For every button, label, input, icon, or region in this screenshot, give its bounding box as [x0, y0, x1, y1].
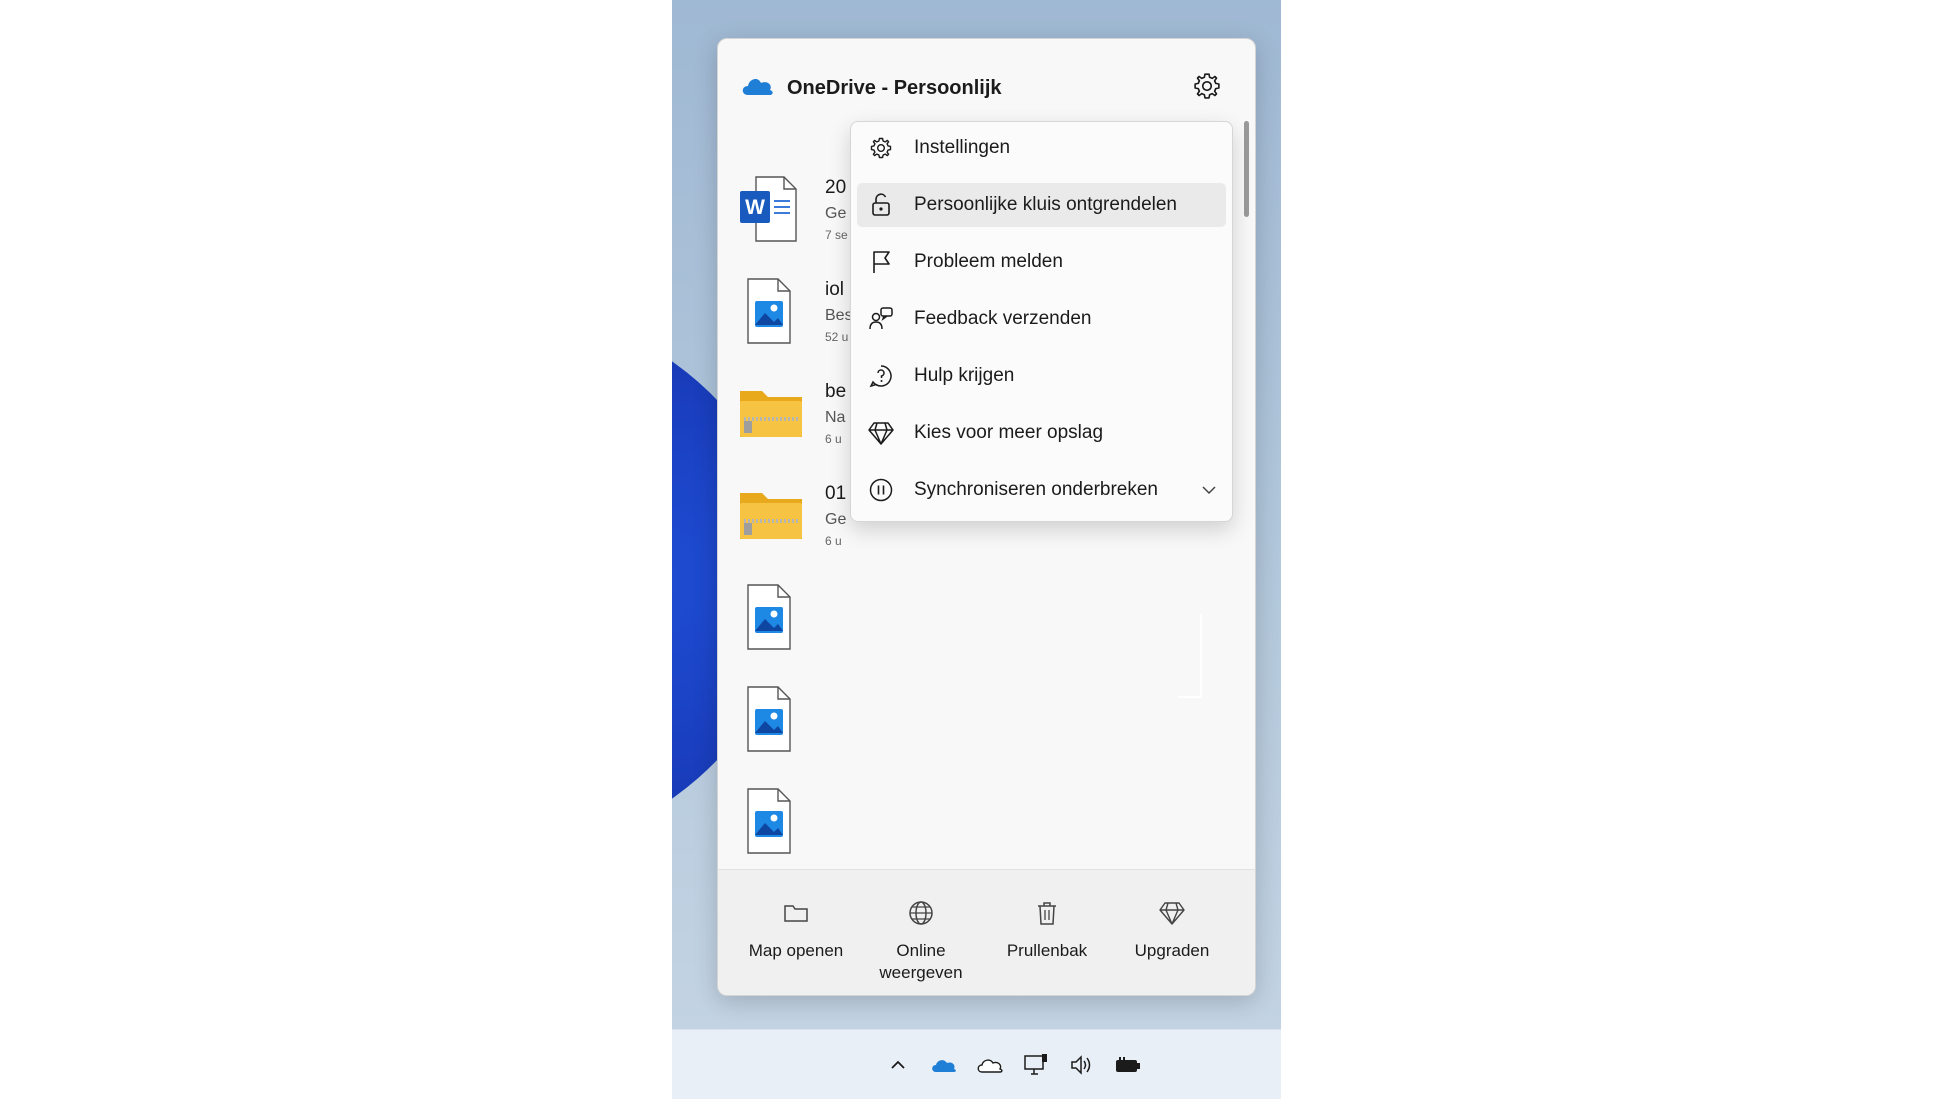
globe-icon — [861, 896, 981, 930]
image-file-icon — [738, 581, 802, 653]
file-name: be — [825, 381, 847, 402]
file-time: 52 u — [825, 330, 849, 344]
file-time: 6 u — [825, 534, 842, 548]
image-file-icon — [738, 275, 802, 347]
action-label: Upgraden — [1134, 941, 1210, 960]
file-name: iol — [825, 279, 845, 300]
gear-icon — [1192, 71, 1222, 106]
file-time: 6 u — [825, 432, 842, 446]
cloud-outline-icon[interactable] — [974, 1050, 1006, 1080]
file-name: 20 — [825, 177, 847, 198]
flag-icon — [867, 248, 895, 276]
settings-menu: Instellingen Persoonlijke kluis ontgrend… — [850, 121, 1233, 522]
ghost-divider — [1178, 614, 1202, 698]
flyout-title: OneDrive - Persoonlijk — [787, 77, 1002, 99]
action-label: Map openen — [748, 941, 844, 960]
scrollbar-thumb[interactable] — [1244, 121, 1249, 217]
menu-item-get-help[interactable]: Hulp krijgen — [857, 354, 1226, 398]
flyout-header: OneDrive - Persoonlijk — [718, 39, 1255, 121]
file-status: Ge — [825, 205, 847, 222]
recycle-bin-button[interactable]: Prullenbak — [987, 896, 1107, 962]
menu-item-label: Synchroniseren onderbreken — [914, 479, 1158, 500]
image-file-icon — [738, 785, 802, 857]
battery-icon[interactable] — [1112, 1050, 1144, 1080]
file-status: Ge — [825, 511, 847, 528]
folder-icon — [736, 896, 856, 930]
chevron-up-icon[interactable] — [882, 1050, 914, 1080]
zip-folder-icon — [738, 377, 802, 449]
gear-icon — [867, 134, 895, 162]
diamond-icon — [1112, 896, 1232, 930]
taskbar — [672, 1029, 1281, 1099]
view-online-button[interactable]: Online weergeven — [861, 896, 981, 984]
file-status: Bes — [825, 307, 853, 324]
menu-item-pause-sync[interactable]: Synchroniseren onderbreken — [857, 468, 1226, 512]
file-item[interactable] — [718, 581, 1238, 681]
open-folder-button[interactable]: Map openen — [736, 896, 856, 962]
menu-item-label: Instellingen — [914, 137, 1011, 158]
menu-item-label: Probleem melden — [914, 251, 1063, 272]
file-status: Na — [825, 409, 846, 426]
image-file-icon — [738, 683, 802, 755]
menu-item-label: Feedback verzenden — [914, 308, 1092, 329]
menu-item-more-storage[interactable]: Kies voor meer opslag — [857, 411, 1226, 455]
menu-item-send-feedback[interactable]: Feedback verzenden — [857, 297, 1226, 341]
menu-item-report-problem[interactable]: Probleem melden — [857, 240, 1226, 284]
network-icon[interactable] — [1020, 1050, 1052, 1080]
settings-button[interactable] — [1190, 71, 1224, 105]
diamond-icon — [867, 419, 895, 447]
unlock-icon — [867, 191, 895, 219]
action-label: Prullenbak — [1006, 941, 1088, 960]
word-document-icon: W — [738, 173, 802, 245]
system-tray — [882, 1050, 1144, 1080]
feedback-icon — [867, 305, 895, 333]
flyout-footer: Map openen Online weergeven Prullenbak U… — [718, 869, 1255, 995]
volume-icon[interactable] — [1066, 1050, 1098, 1080]
chevron-down-icon[interactable] — [1199, 480, 1219, 500]
trash-icon — [987, 896, 1107, 930]
action-label: Online weergeven — [879, 941, 963, 982]
zip-folder-icon — [738, 479, 802, 551]
file-name: 01 — [825, 483, 847, 504]
upgrade-button[interactable]: Upgraden — [1112, 896, 1232, 962]
menu-item-settings[interactable]: Instellingen — [857, 126, 1226, 170]
onedrive-icon[interactable] — [928, 1050, 960, 1080]
file-time: 7 se — [825, 228, 848, 242]
file-item[interactable] — [718, 683, 1238, 783]
menu-item-label: Persoonlijke kluis ontgrendelen — [914, 194, 1177, 215]
pause-icon — [867, 476, 895, 504]
menu-item-label: Hulp krijgen — [914, 365, 1015, 386]
onedrive-cloud-icon — [740, 75, 774, 102]
menu-item-label: Kies voor meer opslag — [914, 422, 1104, 443]
svg-text:W: W — [745, 196, 765, 219]
help-icon — [867, 362, 895, 390]
menu-item-unlock-vault[interactable]: Persoonlijke kluis ontgrendelen — [857, 183, 1226, 227]
